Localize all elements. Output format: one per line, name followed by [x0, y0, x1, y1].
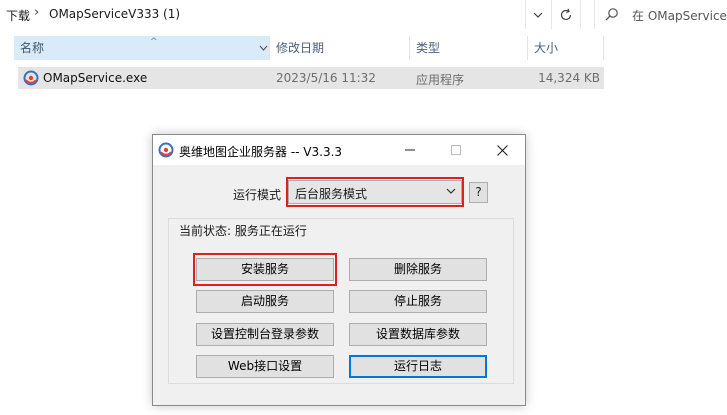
maximize-icon — [451, 145, 461, 155]
run-log-button[interactable]: 运行日志 — [349, 355, 487, 378]
column-date-label: 修改日期 — [276, 41, 325, 55]
column-type-label: 类型 — [416, 41, 441, 55]
minimize-button[interactable] — [387, 135, 433, 165]
breadcrumb-separator-icon[interactable]: › — [34, 5, 39, 20]
file-size: 14,324 KB — [538, 71, 600, 85]
database-settings-button[interactable]: 设置数据库参数 — [349, 323, 487, 346]
address-bar: 下载 › OMapServiceV333 (1) 在 OMapServiceV3… — [0, 0, 727, 30]
console-login-settings-button[interactable]: 设置控制台登录参数 — [196, 323, 334, 346]
file-type: 应用程序 — [416, 73, 465, 87]
column-header-size[interactable]: 大小 — [528, 36, 604, 60]
search-placeholder: 在 OMapServiceV333 — [632, 9, 727, 23]
search-icon — [605, 8, 618, 21]
column-name-label: 名称 — [20, 41, 45, 55]
refresh-button[interactable] — [551, 0, 581, 29]
minimize-icon — [405, 149, 415, 151]
dialog-title: 奥维地图企业服务器 -- V3.3.3 — [179, 145, 343, 159]
run-mode-label: 运行模式 — [233, 188, 282, 202]
file-row[interactable]: OMapService.exe 2023/5/16 11:32 应用程序 14,… — [18, 67, 604, 89]
web-api-settings-button[interactable]: Web接口设置 — [196, 355, 334, 378]
chevron-down-icon[interactable] — [259, 36, 268, 60]
close-icon — [496, 144, 508, 156]
app-icon — [158, 142, 174, 158]
file-name: OMapService.exe — [43, 71, 148, 85]
column-header-type[interactable]: 类型 — [410, 36, 528, 60]
start-service-button[interactable]: 启动服务 — [196, 290, 334, 313]
search-box[interactable]: 在 OMapServiceV333 — [594, 0, 727, 29]
status-text: 当前状态: 服务正在运行 — [178, 222, 308, 239]
address-history-button[interactable] — [525, 0, 549, 29]
column-size-label: 大小 — [534, 41, 559, 55]
column-header-name[interactable]: 名称 ^ — [14, 36, 270, 60]
highlight-box-run-mode — [286, 177, 464, 207]
close-button[interactable] — [479, 135, 525, 165]
app-icon — [23, 70, 39, 86]
install-service-button[interactable]: 安装服务 — [196, 258, 334, 281]
stop-service-button[interactable]: 停止服务 — [349, 290, 487, 313]
refresh-icon — [560, 8, 572, 20]
maximize-button[interactable] — [433, 135, 479, 165]
breadcrumb-downloads[interactable]: 下载 — [6, 7, 30, 24]
breadcrumb-current-folder[interactable]: OMapServiceV333 (1) — [49, 7, 180, 21]
sort-up-icon: ^ — [150, 37, 158, 47]
help-button[interactable]: ? — [469, 182, 488, 203]
dialog-title-bar[interactable]: 奥维地图企业服务器 -- V3.3.3 — [153, 135, 525, 165]
server-dialog: 奥维地图企业服务器 -- V3.3.3 运行模式 后台服务模式 ? 当前状态: … — [152, 134, 526, 406]
remove-service-button[interactable]: 删除服务 — [349, 258, 487, 281]
column-header-date[interactable]: 修改日期 — [270, 36, 410, 60]
chevron-down-icon — [533, 12, 542, 18]
file-date: 2023/5/16 11:32 — [276, 71, 376, 85]
